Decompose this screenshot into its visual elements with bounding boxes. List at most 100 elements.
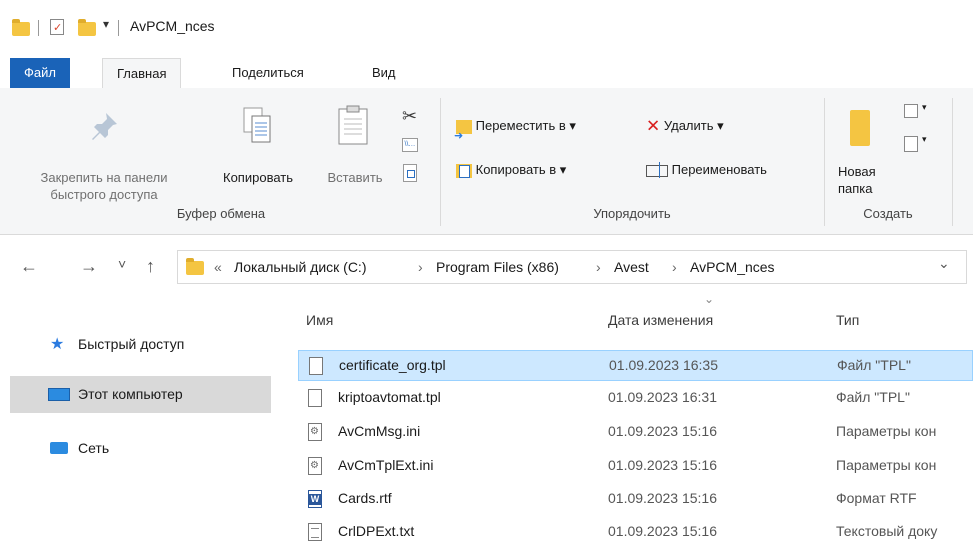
divider — [118, 20, 119, 36]
sidebar-item-network[interactable]: Сеть — [10, 430, 271, 467]
paste-shortcut-icon[interactable] — [403, 164, 417, 182]
sidebar-item-label: Сеть — [78, 440, 110, 456]
rename-button[interactable]: Переименовать — [646, 158, 767, 182]
sort-indicator-icon: ⌄ — [704, 292, 715, 306]
file-icon — [309, 357, 323, 375]
file-type: Файл "TPL" — [836, 389, 910, 405]
tab-view[interactable]: Вид — [358, 58, 410, 88]
file-date: 01.09.2023 15:16 — [608, 457, 717, 473]
new-folder-label-line2: папка — [838, 181, 873, 196]
sidebar-item-quick-access[interactable]: ★ Быстрый доступ — [10, 326, 271, 363]
copy-icon — [243, 107, 271, 143]
copy-path-icon[interactable]: \\… — [402, 138, 418, 152]
paste-button[interactable]: Вставить — [314, 96, 396, 200]
easy-access-icon[interactable] — [904, 136, 918, 152]
delete-label: Удалить ▾ — [663, 118, 724, 133]
file-name: Cards.rtf — [338, 490, 392, 506]
group-divider — [824, 98, 825, 226]
properties-icon[interactable]: ✓ — [50, 19, 64, 35]
back-button[interactable]: ← — [20, 256, 38, 277]
file-date: 01.09.2023 15:16 — [608, 490, 717, 506]
forward-button[interactable]: → — [80, 256, 98, 277]
file-name: kriptoavtomat.tpl — [338, 389, 441, 405]
star-icon: ★ — [50, 336, 65, 353]
copy-label: Копировать — [223, 170, 293, 185]
breadcrumb-separator[interactable]: › — [418, 259, 423, 275]
file-date: 01.09.2023 15:16 — [608, 523, 717, 539]
column-header-type[interactable]: Тип — [836, 312, 859, 328]
folder-icon — [186, 258, 204, 275]
folder-icon — [12, 19, 30, 36]
paste-label: Вставить — [327, 170, 383, 185]
new-folder-button[interactable]: Новая папка — [832, 96, 892, 200]
file-date: 01.09.2023 16:35 — [609, 357, 718, 373]
group-label-create: Создать — [863, 206, 913, 221]
folder-icon — [850, 110, 870, 146]
group-divider — [440, 98, 441, 226]
delete-icon: ✕ — [646, 116, 661, 136]
word-document-icon — [308, 490, 322, 508]
pin-quick-access-button[interactable]: Закрепить на панели быстрого доступа — [6, 96, 202, 202]
file-name: AvCmMsg.ini — [338, 423, 421, 439]
sidebar-item-label: Быстрый доступ — [78, 336, 185, 352]
group-label-clipboard: Буфер обмена — [176, 206, 266, 221]
file-type: Текстовый доку — [836, 523, 938, 539]
up-button[interactable]: ↑ — [146, 256, 155, 277]
pin-label-line2: быстрого доступа — [50, 187, 158, 202]
sidebar-item-this-pc[interactable]: Этот компьютер — [10, 376, 271, 413]
file-date: 01.09.2023 15:16 — [608, 423, 717, 439]
divider — [38, 20, 39, 36]
chevron-down-icon[interactable]: ▾ — [922, 134, 927, 145]
navigation-bar: ← → ˅ ↑ « Локальный диск (C:) › Program … — [0, 236, 973, 296]
file-row[interactable]: Cards.rtf 01.09.2023 15:16 Формат RTF — [298, 484, 973, 515]
column-header-name[interactable]: Имя — [306, 312, 333, 328]
address-bar[interactable]: « Локальный диск (C:) › Program Files (x… — [177, 250, 967, 284]
group-divider — [952, 98, 953, 226]
file-type: Формат RTF — [836, 490, 917, 506]
file-row[interactable]: certificate_org.tpl 01.09.2023 16:35 Фай… — [298, 350, 973, 381]
breadcrumb-separator[interactable]: › — [672, 259, 677, 275]
file-row[interactable]: AvCmTplExt.ini 01.09.2023 15:16 Параметр… — [298, 451, 973, 482]
settings-file-icon — [308, 457, 322, 475]
computer-icon — [48, 388, 70, 401]
file-row[interactable]: CrlDPExt.txt 01.09.2023 15:16 Текстовый … — [298, 517, 973, 548]
qat-dropdown-icon[interactable]: ▾ — [103, 17, 109, 31]
breadcrumb-separator[interactable]: › — [596, 259, 601, 275]
window-title: AvPCM_nces — [130, 18, 215, 34]
cut-icon[interactable]: ✂ — [402, 106, 417, 127]
file-icon — [308, 389, 322, 407]
tab-share[interactable]: Поделиться — [218, 58, 318, 88]
chevron-down-icon[interactable]: ▾ — [922, 102, 927, 113]
file-name: CrlDPExt.txt — [338, 523, 415, 539]
breadcrumb-current[interactable]: AvPCM_nces — [690, 259, 775, 275]
network-icon — [50, 442, 68, 454]
new-folder-icon[interactable] — [78, 19, 96, 36]
file-name: certificate_org.tpl — [339, 357, 446, 373]
file-row[interactable]: AvCmMsg.ini 01.09.2023 15:16 Параметры к… — [298, 417, 973, 448]
move-folder-icon: ➜ — [454, 119, 472, 142]
file-row[interactable]: kriptoavtomat.tpl 01.09.2023 16:31 Файл … — [298, 383, 973, 414]
overflow-crumbs[interactable]: « — [214, 259, 222, 275]
breadcrumb-local-disk[interactable]: Локальный диск (C:) — [234, 259, 367, 275]
copy-button[interactable]: Копировать — [206, 96, 310, 200]
move-to-button[interactable]: ➜ Переместить в ▾ — [454, 114, 576, 142]
column-header-date[interactable]: Дата изменения — [608, 312, 713, 328]
breadcrumb-avest[interactable]: Avest — [614, 259, 649, 275]
copy-to-button[interactable]: Копировать в ▾ — [456, 158, 566, 182]
pin-label-line1: Закрепить на панели — [40, 170, 168, 185]
copy-to-label: Копировать в ▾ — [475, 162, 567, 177]
file-type: Файл "TPL" — [837, 357, 911, 373]
breadcrumb-program-files[interactable]: Program Files (x86) — [436, 259, 559, 275]
file-type: Параметры кон — [836, 423, 937, 439]
tab-file[interactable]: Файл — [10, 58, 70, 88]
recent-locations-button[interactable]: ˅ — [118, 256, 126, 272]
address-dropdown-icon[interactable]: ⌄ — [938, 255, 950, 272]
tab-home[interactable]: Главная — [102, 58, 182, 90]
group-label-organize: Упорядочить — [593, 206, 671, 221]
delete-button[interactable]: ✕ Удалить ▾ — [646, 114, 724, 138]
new-folder-label-line1: Новая — [838, 164, 876, 179]
pin-icon — [92, 113, 117, 140]
file-date: 01.09.2023 16:31 — [608, 389, 717, 405]
new-item-icon[interactable] — [904, 104, 918, 118]
rename-label: Переименовать — [671, 162, 767, 177]
